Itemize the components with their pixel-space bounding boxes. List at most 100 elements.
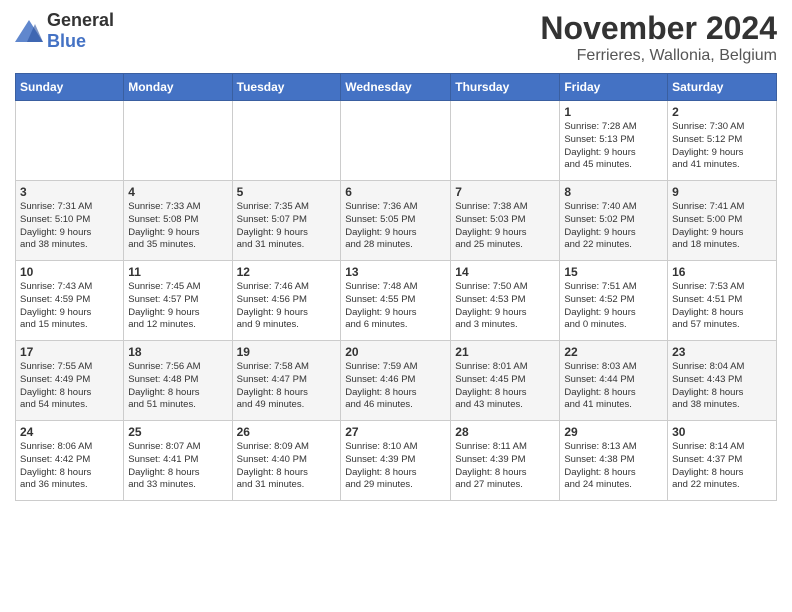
day-number: 23 [672, 345, 772, 359]
calendar-cell: 15 Sunrise: 7:51 AMSunset: 4:52 PMDayligh… [560, 261, 668, 341]
day-number: 24 [20, 425, 119, 439]
calendar-cell [124, 101, 232, 181]
day-info: Sunrise: 7:48 AMSunset: 4:55 PMDaylight:… [345, 281, 446, 332]
day-info: Sunrise: 8:04 AMSunset: 4:43 PMDaylight:… [672, 361, 772, 412]
calendar-cell [16, 101, 124, 181]
day-number: 16 [672, 265, 772, 279]
calendar-cell: 10 Sunrise: 7:43 AMSunset: 4:59 PMDayligh… [16, 261, 124, 341]
calendar-cell: 7Sunrise: 7:38 AMSunset: 5:03 PMDaylight… [451, 181, 560, 261]
calendar-cell [232, 101, 341, 181]
day-number: 9 [672, 185, 772, 199]
calendar-cell: 1 Sunrise: 7:28 AMSunset: 5:13 PMDaylight… [560, 101, 668, 181]
day-number: 29 [564, 425, 663, 439]
calendar-cell: 24 Sunrise: 8:06 AMSunset: 4:42 PMDayligh… [16, 421, 124, 501]
calendar-cell: 12 Sunrise: 7:46 AMSunset: 4:56 PMDayligh… [232, 261, 341, 341]
calendar-cell: 19Sunrise: 7:58 AMSunset: 4:47 PMDayligh… [232, 341, 341, 421]
calendar-cell: 18 Sunrise: 7:56 AMSunset: 4:48 PMDayligh… [124, 341, 232, 421]
day-number: 26 [237, 425, 337, 439]
day-number: 1 [564, 105, 663, 119]
weekday-header-thursday: Thursday [451, 74, 560, 101]
day-number: 4 [128, 185, 227, 199]
calendar-cell: 30Sunrise: 8:14 AMSunset: 4:37 PMDayligh… [668, 421, 777, 501]
day-info: Sunrise: 7:33 AMSunset: 5:08 PMDaylight:… [128, 201, 227, 252]
day-number: 25 [128, 425, 227, 439]
logo-icon [15, 20, 43, 42]
day-info: Sunrise: 8:09 AMSunset: 4:40 PMDaylight:… [237, 441, 337, 492]
calendar-week-1: 1 Sunrise: 7:28 AMSunset: 5:13 PMDaylight… [16, 101, 777, 181]
day-info: Sunrise: 7:56 AMSunset: 4:48 PMDaylight:… [128, 361, 227, 412]
day-info: Sunrise: 7:59 AMSunset: 4:46 PMDaylight:… [345, 361, 446, 412]
day-number: 18 [128, 345, 227, 359]
day-info: Sunrise: 7:45 AMSunset: 4:57 PMDaylight:… [128, 281, 227, 332]
header: General Blue November 2024 Ferrieres, Wa… [15, 10, 777, 65]
day-number: 28 [455, 425, 555, 439]
day-number: 12 [237, 265, 337, 279]
day-info: Sunrise: 8:11 AMSunset: 4:39 PMDaylight:… [455, 441, 555, 492]
day-number: 2 [672, 105, 772, 119]
weekday-header-row: SundayMondayTuesdayWednesdayThursdayFrid… [16, 74, 777, 101]
day-number: 11 [128, 265, 227, 279]
month-title: November 2024 [540, 10, 777, 47]
calendar-cell: 16 Sunrise: 7:53 AMSunset: 4:51 PMDayligh… [668, 261, 777, 341]
day-number: 5 [237, 185, 337, 199]
day-number: 14 [455, 265, 555, 279]
calendar-cell: 25 Sunrise: 8:07 AMSunset: 4:41 PMDayligh… [124, 421, 232, 501]
day-info: Sunrise: 7:43 AMSunset: 4:59 PMDaylight:… [20, 281, 119, 332]
day-number: 10 [20, 265, 119, 279]
calendar-cell: 9 Sunrise: 7:41 AMSunset: 5:00 PMDaylight… [668, 181, 777, 261]
day-number: 22 [564, 345, 663, 359]
weekday-header-wednesday: Wednesday [341, 74, 451, 101]
day-info: Sunrise: 7:58 AMSunset: 4:47 PMDaylight:… [237, 361, 337, 412]
calendar-cell: 28 Sunrise: 8:11 AMSunset: 4:39 PMDayligh… [451, 421, 560, 501]
calendar-cell: 13 Sunrise: 7:48 AMSunset: 4:55 PMDayligh… [341, 261, 451, 341]
day-info: Sunrise: 7:35 AMSunset: 5:07 PMDaylight:… [237, 201, 337, 252]
calendar-cell: 22 Sunrise: 8:03 AMSunset: 4:44 PMDayligh… [560, 341, 668, 421]
day-number: 20 [345, 345, 446, 359]
day-info: Sunrise: 7:46 AMSunset: 4:56 PMDaylight:… [237, 281, 337, 332]
day-info: Sunrise: 7:41 AMSunset: 5:00 PMDaylight:… [672, 201, 772, 252]
day-number: 6 [345, 185, 446, 199]
title-block: November 2024 Ferrieres, Wallonia, Belgi… [540, 10, 777, 65]
logo-general: General [47, 10, 114, 30]
calendar-week-4: 17Sunrise: 7:55 AMSunset: 4:49 PMDayligh… [16, 341, 777, 421]
calendar-week-5: 24 Sunrise: 8:06 AMSunset: 4:42 PMDayligh… [16, 421, 777, 501]
day-info: Sunrise: 8:06 AMSunset: 4:42 PMDaylight:… [20, 441, 119, 492]
calendar-table: SundayMondayTuesdayWednesdayThursdayFrid… [15, 73, 777, 501]
calendar-cell: 29Sunrise: 8:13 AMSunset: 4:38 PMDayligh… [560, 421, 668, 501]
day-number: 13 [345, 265, 446, 279]
calendar-cell: 23 Sunrise: 8:04 AMSunset: 4:43 PMDayligh… [668, 341, 777, 421]
day-info: Sunrise: 7:40 AMSunset: 5:02 PMDaylight:… [564, 201, 663, 252]
logo: General Blue [15, 10, 114, 52]
calendar-cell: 4 Sunrise: 7:33 AMSunset: 5:08 PMDaylight… [124, 181, 232, 261]
calendar-cell [451, 101, 560, 181]
day-info: Sunrise: 7:51 AMSunset: 4:52 PMDaylight:… [564, 281, 663, 332]
day-number: 15 [564, 265, 663, 279]
calendar-cell: 14 Sunrise: 7:50 AMSunset: 4:53 PMDayligh… [451, 261, 560, 341]
day-info: Sunrise: 7:53 AMSunset: 4:51 PMDaylight:… [672, 281, 772, 332]
day-info: Sunrise: 7:36 AMSunset: 5:05 PMDaylight:… [345, 201, 446, 252]
day-info: Sunrise: 8:01 AMSunset: 4:45 PMDaylight:… [455, 361, 555, 412]
day-info: Sunrise: 8:07 AMSunset: 4:41 PMDaylight:… [128, 441, 227, 492]
day-number: 27 [345, 425, 446, 439]
weekday-header-saturday: Saturday [668, 74, 777, 101]
location-subtitle: Ferrieres, Wallonia, Belgium [540, 47, 777, 65]
weekday-header-sunday: Sunday [16, 74, 124, 101]
day-info: Sunrise: 8:14 AMSunset: 4:37 PMDaylight:… [672, 441, 772, 492]
day-number: 21 [455, 345, 555, 359]
calendar-cell: 2Sunrise: 7:30 AMSunset: 5:12 PMDaylight… [668, 101, 777, 181]
weekday-header-friday: Friday [560, 74, 668, 101]
day-number: 8 [564, 185, 663, 199]
calendar-cell [341, 101, 451, 181]
day-info: Sunrise: 7:55 AMSunset: 4:49 PMDaylight:… [20, 361, 119, 412]
day-info: Sunrise: 7:28 AMSunset: 5:13 PMDaylight:… [564, 121, 663, 172]
calendar-cell: 3Sunrise: 7:31 AMSunset: 5:10 PMDaylight… [16, 181, 124, 261]
logo-text: General Blue [47, 10, 114, 52]
day-info: Sunrise: 7:31 AMSunset: 5:10 PMDaylight:… [20, 201, 119, 252]
day-info: Sunrise: 8:03 AMSunset: 4:44 PMDaylight:… [564, 361, 663, 412]
calendar-cell: 27Sunrise: 8:10 AMSunset: 4:39 PMDayligh… [341, 421, 451, 501]
day-info: Sunrise: 7:50 AMSunset: 4:53 PMDaylight:… [455, 281, 555, 332]
day-number: 7 [455, 185, 555, 199]
calendar-cell: 5 Sunrise: 7:35 AMSunset: 5:07 PMDaylight… [232, 181, 341, 261]
calendar-cell: 26 Sunrise: 8:09 AMSunset: 4:40 PMDayligh… [232, 421, 341, 501]
calendar-cell: 21 Sunrise: 8:01 AMSunset: 4:45 PMDayligh… [451, 341, 560, 421]
